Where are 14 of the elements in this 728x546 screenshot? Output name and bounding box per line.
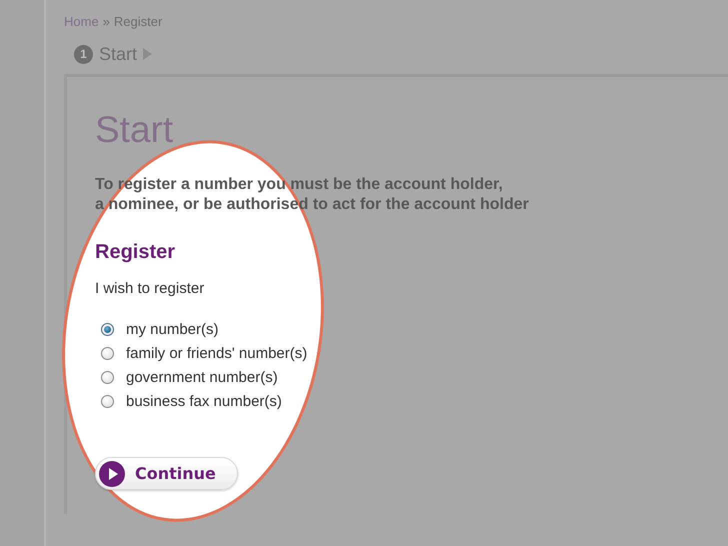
continue-button[interactable]: Continue (95, 457, 238, 490)
option-label: my number(s) (126, 320, 219, 338)
option-label: family or friends' number(s) (126, 344, 308, 362)
breadcrumb-current: Register (114, 14, 162, 28)
prompt-text: I wish to register (95, 280, 206, 297)
breadcrumb-separator: » (102, 14, 110, 28)
play-icon (99, 460, 125, 486)
step-number: 1 (74, 44, 93, 64)
page-title: Start (95, 109, 174, 151)
option-label: business fax number(s) (126, 392, 282, 410)
option-label: government number(s) (126, 368, 278, 386)
arrow-icon (143, 48, 152, 60)
step-label: Start (99, 44, 138, 64)
section-heading: Register (95, 241, 176, 264)
